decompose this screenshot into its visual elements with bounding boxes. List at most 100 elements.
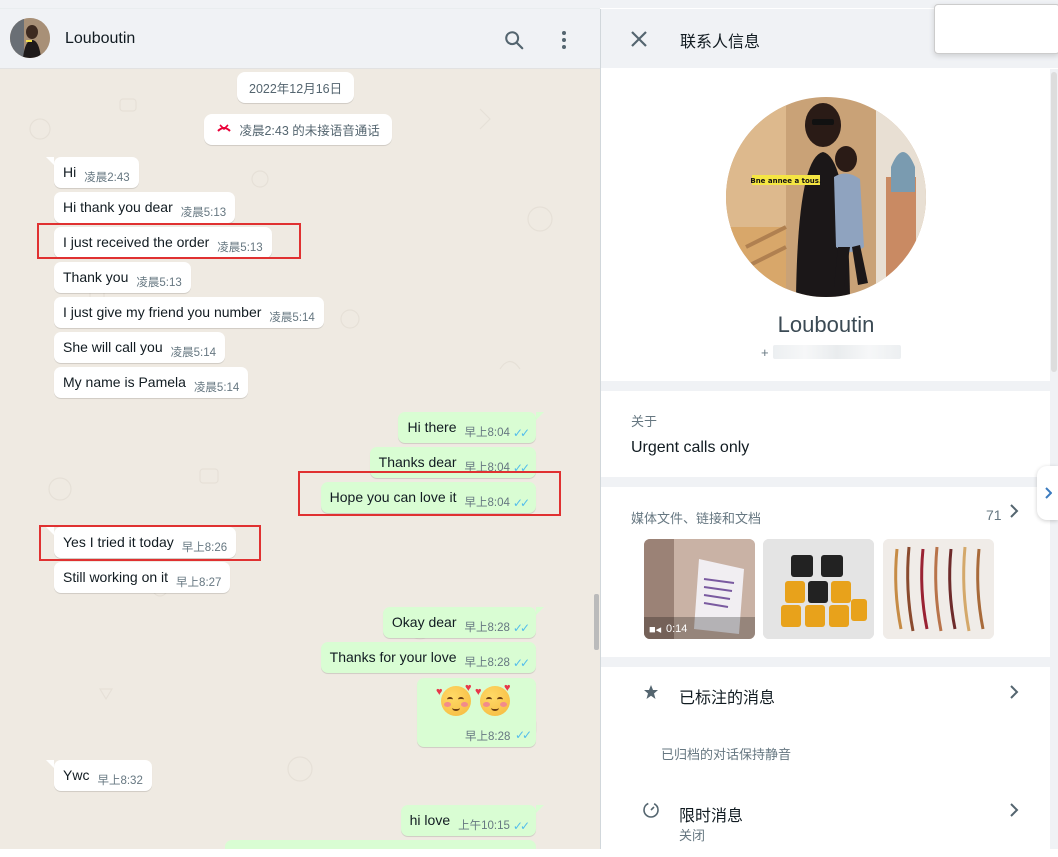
chevron-right-icon[interactable] xyxy=(1009,684,1019,705)
video-icon: ■◂ xyxy=(649,624,662,636)
message-incoming[interactable]: Ywc 早上8:32 xyxy=(54,760,152,791)
message-incoming[interactable]: Hi 凌晨2:43 xyxy=(54,157,139,188)
phone-number-redacted xyxy=(773,345,901,359)
message-outgoing[interactable]: Hi there 早上8:04 ✓✓ xyxy=(398,412,536,443)
chat-header[interactable]: Louboutin xyxy=(0,9,600,69)
message-outgoing-partial[interactable] xyxy=(225,840,536,849)
side-expand-chevron-icon[interactable] xyxy=(1037,466,1058,520)
message-time: 凌晨5:13 xyxy=(180,207,227,219)
message-time: 早上8:27 xyxy=(176,577,222,589)
message-time: 早上8:28 xyxy=(464,657,510,669)
highlight-box xyxy=(39,525,261,561)
message-text: I just give my friend you number xyxy=(63,304,262,320)
message-time: 早上8:28 xyxy=(465,731,511,743)
message-outgoing-emoji[interactable]: ♥ ♥ ♥ ♥ 早上8:28 ✓✓ xyxy=(417,678,536,747)
contact-avatar[interactable] xyxy=(10,18,50,58)
chevron-right-icon[interactable] xyxy=(1009,503,1019,524)
star-icon xyxy=(643,684,659,705)
message-incoming[interactable]: Thank you 凌晨5:13 xyxy=(54,262,191,293)
chevron-right-icon[interactable] xyxy=(1009,802,1019,823)
video-duration: 0:14 xyxy=(666,623,688,635)
media-label: 媒体文件、链接和文档 xyxy=(631,511,762,526)
search-icon[interactable] xyxy=(502,28,526,52)
message-time: 上午10:15 xyxy=(458,820,510,832)
close-icon[interactable] xyxy=(627,27,651,51)
message-time: 凌晨5:14 xyxy=(269,312,315,324)
media-thumbnail-image[interactable] xyxy=(763,539,874,639)
media-thumbnail-video[interactable]: ■◂ 0:14 xyxy=(644,539,755,639)
message-time: 早上8:32 xyxy=(97,775,143,787)
message-list[interactable]: 2022年12月16日 凌晨2:43 的未接语音通话 Hi 凌晨2:43 Hi t… xyxy=(0,69,600,849)
archived-note: 已归档的对话保持静音 xyxy=(661,747,792,762)
double-tick-icon: ✓✓ xyxy=(512,621,530,635)
profile-name: Louboutin xyxy=(777,312,875,337)
bubble-tail xyxy=(536,412,544,420)
contact-info-panel[interactable]: Bne annee a tous. Louboutin + 关于 Urgent … xyxy=(601,69,1058,857)
message-time: 早上8:04 xyxy=(464,427,510,439)
message-text: Hi thank you dear xyxy=(63,199,173,215)
menu-dots-icon[interactable] xyxy=(552,28,576,52)
highlight-box xyxy=(37,223,301,259)
top-strip xyxy=(0,0,1058,8)
double-tick-icon: ✓✓ xyxy=(512,426,530,440)
disappearing-messages-status: 关闭 xyxy=(679,828,706,843)
contact-name[interactable]: Louboutin xyxy=(65,30,135,48)
date-pill-text: 2022年12月16日 xyxy=(249,82,343,96)
message-text: My name is Pamela xyxy=(63,374,186,390)
message-outgoing[interactable]: Thanks for your love 早上8:28 ✓✓ xyxy=(320,642,536,673)
highlight-box xyxy=(298,471,561,516)
message-incoming[interactable]: She will call you 凌晨5:14 xyxy=(54,332,225,363)
message-time: 凌晨2:43 xyxy=(84,172,130,184)
phone-prefix: + xyxy=(761,345,769,360)
missed-call-icon xyxy=(216,124,235,138)
message-outgoing[interactable]: Okay dear 早上8:28 ✓✓ xyxy=(382,607,536,638)
disappearing-messages-label[interactable]: 限时消息 xyxy=(679,802,743,826)
message-text: Ywc xyxy=(63,767,90,783)
bubble-tail xyxy=(46,760,54,768)
message-text: Hi there xyxy=(407,419,457,435)
message-text: Okay dear xyxy=(391,614,457,630)
media-thumbnail-image[interactable] xyxy=(883,539,994,639)
smiling-hearts-emoji-icon: ♥ ♥ xyxy=(475,682,511,716)
starred-messages-label[interactable]: 已标注的消息 xyxy=(679,684,775,708)
bubble-tail xyxy=(46,157,54,165)
date-pill: 2022年12月16日 xyxy=(237,72,355,103)
bubble-tail xyxy=(536,805,544,813)
message-text: Thanks for your love xyxy=(329,649,457,665)
chat-scrollbar[interactable] xyxy=(594,594,599,650)
contact-info-title: 联系人信息 xyxy=(680,34,761,51)
double-tick-icon: ✓✓ xyxy=(512,656,530,670)
about-card: 关于 Urgent calls only xyxy=(601,391,1051,477)
message-outgoing[interactable]: hi love 上午10:15 ✓✓ xyxy=(400,805,536,836)
avatar-caption: Bne annee a tous. xyxy=(750,177,821,185)
profile-card: Bne annee a tous. Louboutin + xyxy=(601,69,1051,381)
about-value: Urgent calls only xyxy=(631,439,750,456)
message-time: 早上8:28 xyxy=(464,622,510,634)
missed-call-notice[interactable]: 凌晨2:43 的未接语音通话 xyxy=(204,114,392,145)
message-incoming[interactable]: I just give my friend you number 凌晨5:14 xyxy=(54,297,324,328)
profile-photo[interactable]: Bne annee a tous. xyxy=(726,97,926,297)
message-text: hi love xyxy=(409,812,451,828)
missed-call-text: 凌晨2:43 的未接语音通话 xyxy=(239,124,380,138)
bubble-tail xyxy=(536,607,544,615)
message-time: 凌晨5:13 xyxy=(136,277,182,289)
settings-card: 已标注的消息 已归档的对话保持静音 限时消息 关闭 xyxy=(601,667,1051,857)
message-incoming[interactable]: Hi thank you dear 凌晨5:13 xyxy=(54,192,236,223)
media-card[interactable]: 媒体文件、链接和文档 71 ■◂ 0:14 xyxy=(601,487,1051,657)
smiling-hearts-emoji-icon: ♥ ♥ xyxy=(436,682,472,716)
message-text: Thanks dear xyxy=(378,454,457,470)
message-incoming[interactable]: Still working on it 早上8:27 xyxy=(54,562,231,593)
message-text: Thank you xyxy=(63,269,129,285)
media-count: 71 xyxy=(986,507,1002,523)
info-scrollbar-thumb[interactable] xyxy=(1051,72,1057,372)
about-label: 关于 xyxy=(631,414,658,429)
popup-box xyxy=(934,4,1058,54)
double-tick-icon: ✓✓ xyxy=(512,819,530,833)
message-text: Still working on it xyxy=(63,569,169,585)
message-text: Hi xyxy=(63,164,77,180)
double-tick-icon: ✓✓ xyxy=(515,728,532,742)
message-time: 凌晨5:14 xyxy=(170,347,216,359)
timer-icon xyxy=(642,801,660,824)
message-time: 凌晨5:14 xyxy=(193,382,240,394)
message-incoming[interactable]: My name is Pamela 凌晨5:14 xyxy=(54,367,249,398)
